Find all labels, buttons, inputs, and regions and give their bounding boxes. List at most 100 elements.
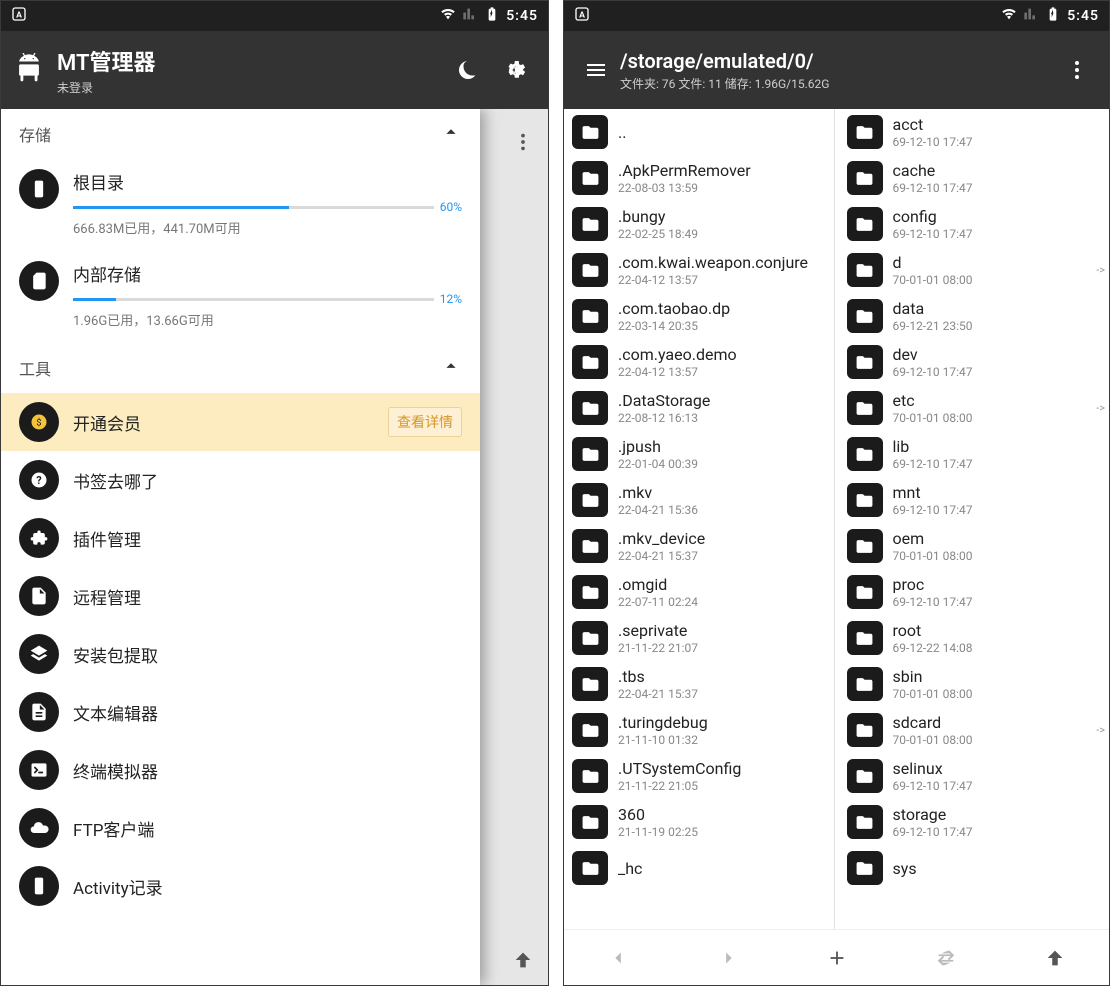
scroll-top-button[interactable] — [512, 949, 534, 975]
file-row[interactable]: .seprivate21-11-22 21:07 — [564, 615, 830, 661]
folder-icon — [572, 529, 608, 563]
file-date: 69-12-10 17:47 — [893, 135, 973, 149]
file-name: _hc — [618, 859, 642, 878]
nav-forward-button[interactable] — [704, 934, 752, 982]
sd-icon — [19, 261, 59, 301]
tool-item[interactable]: 书签去哪了 — [1, 451, 480, 509]
file-row[interactable]: proc69-12-10 17:47 — [839, 569, 1109, 615]
wifi-icon — [440, 6, 456, 26]
folder-icon — [847, 851, 883, 885]
file-row[interactable]: .mkv_device22-04-21 15:37 — [564, 523, 830, 569]
overflow-menu-button[interactable] — [512, 131, 534, 157]
folder-icon — [572, 575, 608, 609]
file-row[interactable]: dev69-12-10 17:47 — [839, 339, 1109, 385]
file-name: lib — [893, 437, 973, 456]
section-storage[interactable]: 存储 — [1, 109, 480, 159]
file-row[interactable]: acct69-12-10 17:47 — [839, 109, 1109, 155]
folder-icon — [847, 483, 883, 517]
tool-item[interactable]: 安装包提取 — [1, 625, 480, 683]
cloud-icon — [19, 808, 59, 848]
file-row[interactable]: .turingdebug21-11-10 01:32 — [564, 707, 830, 753]
overflow-menu-button[interactable] — [1053, 46, 1101, 94]
app-icon[interactable] — [9, 50, 49, 90]
file-row[interactable]: 36021-11-19 02:25 — [564, 799, 830, 845]
file-row[interactable]: .mkv22-04-21 15:36 — [564, 477, 830, 523]
file-row[interactable]: .omgid22-07-11 02:24 — [564, 569, 830, 615]
folder-icon — [572, 851, 608, 885]
battery-icon — [1045, 6, 1061, 26]
section-tools[interactable]: 工具 — [1, 343, 480, 393]
folder-icon — [572, 621, 608, 655]
settings-button[interactable] — [492, 46, 540, 94]
file-name: proc — [893, 575, 973, 594]
file-row[interactable]: data69-12-21 23:50 — [839, 293, 1109, 339]
file-row[interactable]: _hc — [564, 845, 830, 891]
file-row[interactable]: .DataStorage22-08-12 16:13 — [564, 385, 830, 431]
tool-item[interactable]: 插件管理 — [1, 509, 480, 567]
tool-item[interactable]: Activity记录 — [1, 857, 480, 915]
tool-action-button[interactable]: 查看详情 — [388, 407, 462, 437]
storage-root[interactable]: 根目录 60% 666.83M已用，441.70M可用 — [1, 159, 480, 251]
file-row[interactable]: sys — [839, 845, 1109, 891]
file-row[interactable]: .bungy22-02-25 18:49 — [564, 201, 830, 247]
section-storage-label: 存储 — [19, 122, 51, 146]
file-row[interactable]: sbin70-01-01 08:00 — [839, 661, 1109, 707]
add-button[interactable] — [813, 934, 861, 982]
file-row[interactable]: .tbs22-04-21 15:37 — [564, 661, 830, 707]
file-date: 70-01-01 08:00 — [893, 411, 973, 425]
tool-label: 文本编辑器 — [73, 700, 158, 725]
tool-label: 安装包提取 — [73, 642, 158, 667]
file-row[interactable]: sdcard70-01-01 08:00-> — [839, 707, 1109, 753]
file-date: 22-04-21 15:37 — [618, 549, 705, 563]
file-row[interactable]: .com.yaeo.demo22-04-12 13:57 — [564, 339, 830, 385]
tool-item[interactable]: 文本编辑器 — [1, 683, 480, 741]
status-indicator-icon — [574, 6, 590, 26]
folder-icon — [572, 713, 608, 747]
file-row[interactable]: oem70-01-01 08:00 — [839, 523, 1109, 569]
file-name: .jpush — [618, 437, 698, 456]
file-row[interactable]: etc70-01-01 08:00-> — [839, 385, 1109, 431]
file-row[interactable]: .com.kwai.weapon.conjure22-04-12 13:57 — [564, 247, 830, 293]
file-row[interactable]: cache69-12-10 17:47 — [839, 155, 1109, 201]
file-row[interactable]: .jpush22-01-04 00:39 — [564, 431, 830, 477]
file-row[interactable]: root69-12-22 14:08 — [839, 615, 1109, 661]
file-date: 21-11-10 01:32 — [618, 733, 708, 747]
file-name: config — [893, 207, 973, 226]
status-bar: 5:45 — [1, 1, 548, 31]
file-row[interactable]: .UTSystemConfig21-11-22 21:05 — [564, 753, 830, 799]
storage-detail: 666.83M已用，441.70M可用 — [73, 218, 462, 237]
file-date: 69-12-10 17:47 — [893, 181, 973, 195]
storage-percent: 12% — [440, 292, 462, 306]
tool-item[interactable]: 终端模拟器 — [1, 741, 480, 799]
file-row[interactable]: d70-01-01 08:00-> — [839, 247, 1109, 293]
file-row[interactable]: .ApkPermRemover22-08-03 13:59 — [564, 155, 830, 201]
file-row[interactable]: config69-12-10 17:47 — [839, 201, 1109, 247]
file-date: 21-11-22 21:07 — [618, 641, 698, 655]
file-name: mnt — [893, 483, 973, 502]
storage-detail: 1.96G已用，13.66G可用 — [73, 310, 462, 329]
file-name: .omgid — [618, 575, 698, 594]
folder-icon — [847, 805, 883, 839]
menu-button[interactable] — [572, 46, 620, 94]
file-row[interactable]: storage69-12-10 17:47 — [839, 799, 1109, 845]
swap-panes-button[interactable] — [922, 934, 970, 982]
file-row[interactable]: selinux69-12-10 17:47 — [839, 753, 1109, 799]
nav-back-button[interactable] — [595, 934, 643, 982]
tool-item[interactable]: 远程管理 — [1, 567, 480, 625]
storage-internal[interactable]: 内部存储 12% 1.96G已用，13.66G可用 — [1, 251, 480, 343]
file-row[interactable]: .. — [564, 109, 830, 155]
file-date: 22-08-03 13:59 — [618, 181, 751, 195]
file-row[interactable]: lib69-12-10 17:47 — [839, 431, 1109, 477]
file-date: 22-04-21 15:36 — [618, 503, 698, 517]
theme-toggle-button[interactable] — [444, 46, 492, 94]
file-row[interactable]: .com.taobao.dp22-03-14 20:35 — [564, 293, 830, 339]
file-date: 70-01-01 08:00 — [893, 733, 973, 747]
path-title[interactable]: /storage/emulated/0/ — [620, 49, 829, 73]
tool-item[interactable]: FTP客户端 — [1, 799, 480, 857]
file-name: selinux — [893, 759, 973, 778]
drawer-scrim[interactable] — [480, 109, 548, 985]
tool-item[interactable]: 开通会员查看详情 — [1, 393, 480, 451]
file-row[interactable]: mnt69-12-10 17:47 — [839, 477, 1109, 523]
go-up-button[interactable] — [1031, 934, 1079, 982]
tool-label: 插件管理 — [73, 526, 141, 551]
